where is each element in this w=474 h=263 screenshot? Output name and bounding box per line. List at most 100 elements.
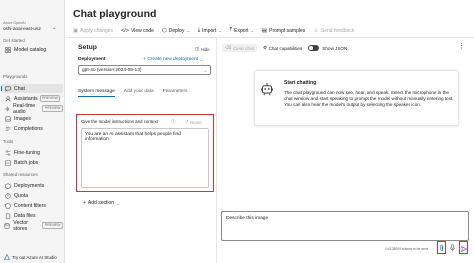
chat-toolbar: ⌫ Clear chat ⚙ Chat capabilities Show JSON [222, 43, 353, 53]
chat-input[interactable]: Describe this image [221, 211, 469, 241]
attach-icon [440, 239, 444, 257]
header-divider [67, 37, 474, 38]
reset-button[interactable]: ↺ Reset [185, 119, 202, 125]
sidebar-item-fine-tuning[interactable]: Fine-tuning [1, 148, 63, 157]
sidebar-item-vector-stores[interactable]: Vector stores PREVIEW [1, 219, 63, 232]
add-section-label: Add section [87, 200, 115, 206]
import-button[interactable]: ⤓ Import ⌄ [198, 26, 222, 35]
add-section-button[interactable]: + Add section ⌄ [83, 200, 119, 206]
resource-name[interactable]: oshi-aoai-east-us2 [3, 26, 41, 31]
pane-divider [216, 38, 217, 263]
sidebar-item-label: Assistants [14, 95, 38, 102]
code-icon: </> [121, 27, 129, 34]
setup-pane: Setup ◫ Hide Deployment + Create new deplo… [73, 39, 218, 263]
deployment-select[interactable]: gpt-4o (version:2024-05-13) ⌄ [78, 65, 211, 75]
page-title: Chat playground [73, 8, 157, 20]
catalog-icon [4, 46, 11, 53]
sidebar-item-label: Deployments [14, 182, 45, 189]
sidebar-item-quota[interactable]: Quota [1, 191, 63, 200]
sidebar-item-label: Vector stores [13, 219, 28, 232]
chevron-down-icon: ⌄ [250, 28, 254, 33]
chevron-down-icon: ⌄ [186, 28, 190, 33]
chat-icon [4, 85, 11, 92]
create-deployment-link[interactable]: + Create new deployment ⌄ [143, 57, 203, 62]
sidebar-item-batch-jobs[interactable]: Batch jobs [1, 158, 63, 167]
sidebar-item-deployments[interactable]: Deployments [1, 181, 63, 190]
create-deployment-label: Create new deployment [147, 57, 198, 62]
assistant-icon [4, 95, 11, 102]
setup-title: Setup [78, 44, 97, 51]
apply-changes-button[interactable]: ▣ Apply changes [73, 26, 113, 35]
sidebar-item-completions[interactable]: Completions [1, 124, 63, 133]
hide-icon: ◫ [195, 46, 200, 51]
prompt-samples-label: Prompt samples [269, 27, 306, 34]
database-icon [4, 222, 10, 229]
toggle-switch[interactable] [308, 45, 320, 51]
reset-icon: ↺ [185, 119, 189, 124]
sidebar-item-content-filters[interactable]: Content filters [1, 201, 63, 210]
export-button[interactable]: ⤒ Export ⌄ [230, 26, 254, 35]
deployment-label: Deployment [78, 57, 106, 62]
chat-capabilities-label: Chat capabilities [268, 45, 303, 51]
system-message-input[interactable]: You are an AI assistant that helps peopl… [81, 128, 209, 188]
prompt-samples-button[interactable]: ▤ Prompt samples [262, 26, 305, 35]
chevron-down-icon: ⌄ [116, 200, 120, 206]
apply-changes-label: Apply changes [80, 27, 114, 34]
sidebar-item-label: Model catalog [14, 46, 47, 53]
image-icon [4, 115, 11, 122]
feedback-icon: ☺ [313, 27, 319, 34]
deployments-icon [4, 182, 11, 189]
preview-badge: PREVIEW [39, 95, 61, 102]
tune-icon [4, 149, 11, 156]
settings-icon: ⚙ [262, 45, 268, 50]
deploy-button[interactable]: ⬡ Deploy ⌄ [162, 26, 190, 35]
send-feedback-button[interactable]: ☺ Send feedback [313, 26, 354, 35]
azure-ai-studio-link[interactable]: Try out Azure AI Studio [4, 254, 57, 260]
plus-icon: + [143, 57, 146, 62]
hide-label: Hide [200, 46, 210, 52]
left-nav: Azure OpenAI oshi-aoai-east-us2 ⌄ Get st… [0, 0, 65, 263]
show-json-toggle[interactable]: Show JSON [308, 45, 347, 51]
section-shared-resources: Shared resources [3, 172, 38, 177]
chat-capabilities-button[interactable]: ⚙ Chat capabilities [263, 45, 302, 51]
tab-parameters[interactable]: Parameters [163, 89, 188, 97]
clear-chat-button[interactable]: ⌫ Clear chat [222, 44, 257, 52]
samples-icon: ▤ [261, 27, 268, 34]
attach-image-button[interactable] [437, 241, 446, 254]
sidebar-item-chat[interactable]: Chat [1, 84, 63, 93]
chevron-down-icon: ⌄ [199, 57, 204, 62]
sidebar-item-realtime-audio[interactable]: Real-time audio PREVIEW [1, 103, 63, 115]
microphone-button[interactable] [448, 241, 457, 254]
footer-label: Try out Azure AI Studio [12, 254, 57, 260]
studio-icon [4, 254, 10, 260]
sidebar-item-images[interactable]: Images [1, 114, 63, 123]
start-chatting-title: Start chatting [284, 80, 317, 86]
hide-button[interactable]: ◫ Hide [195, 46, 210, 52]
tab-add-your-data[interactable]: Add your data [124, 89, 154, 97]
sidebar-item-model-catalog[interactable]: Model catalog [1, 45, 63, 54]
quota-icon [4, 192, 11, 199]
tab-system-message[interactable]: System message [78, 89, 115, 97]
system-message-section: Give the model instructions and context … [76, 114, 214, 192]
cube-icon: ⬡ [161, 27, 167, 34]
preview-badge: PREVIEW [42, 105, 63, 112]
chevron-down-icon: ⌄ [218, 28, 222, 33]
shield-icon [4, 202, 11, 209]
audio-icon [4, 105, 10, 112]
export-icon: ⤒ [229, 27, 233, 33]
send-button[interactable] [459, 241, 468, 254]
more-options-icon[interactable]: ⋮ [458, 42, 465, 50]
section-get-started: Get started [3, 38, 25, 43]
mic-icon [450, 239, 455, 257]
chevron-down-icon: ⌄ [203, 67, 207, 73]
chevron-down-icon[interactable]: ⌄ [52, 25, 56, 31]
instructions-label: Give the model instructions and context [81, 119, 158, 124]
view-code-button[interactable]: </> View code [121, 26, 154, 35]
view-code-label: View code [130, 27, 154, 34]
sidebar-item-label: Batch jobs [14, 159, 39, 166]
sidebar-item-label: Data files [14, 212, 36, 219]
import-label: Import [202, 27, 217, 34]
reset-label: Reset [190, 119, 202, 125]
info-icon: ⓘ [171, 118, 176, 124]
deploy-label: Deploy [168, 27, 185, 34]
